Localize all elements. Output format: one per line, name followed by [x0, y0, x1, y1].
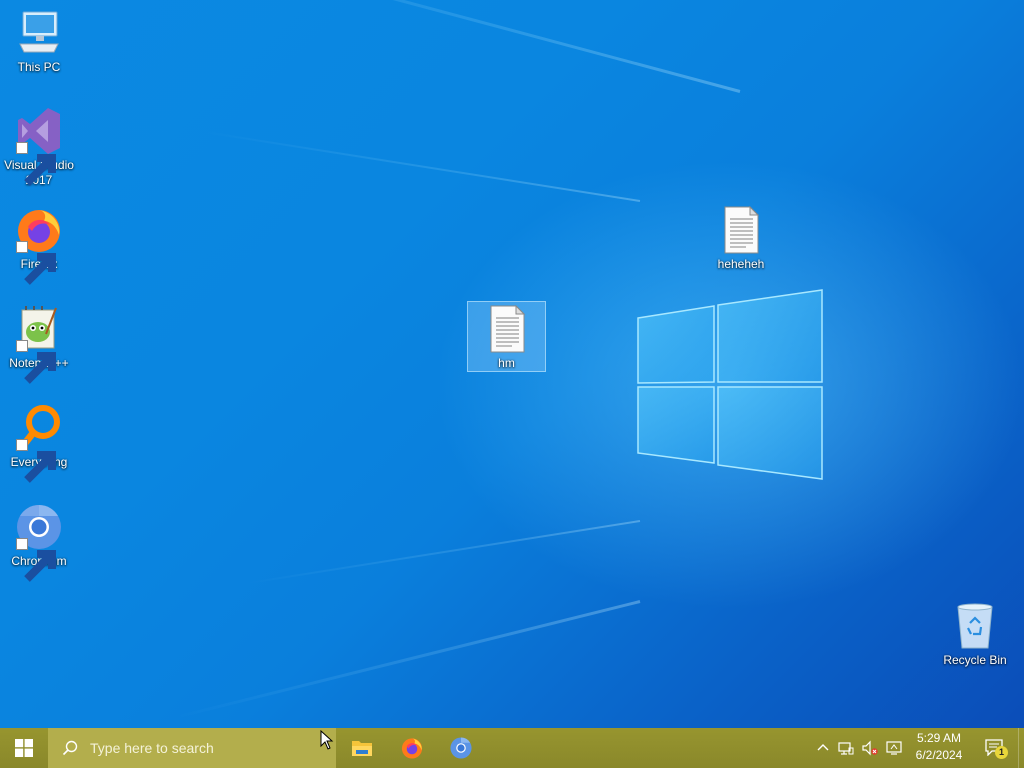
- desktop-icon-everything[interactable]: Everything: [0, 403, 78, 483]
- desktop-icon-firefox[interactable]: Firefox: [0, 205, 78, 285]
- desktop-icon-chromium[interactable]: Chromium: [0, 502, 78, 582]
- windows-wallpaper-logo: [637, 289, 823, 480]
- chromium-icon: [450, 737, 472, 759]
- file-explorer-icon: [352, 741, 372, 756]
- notification-count-badge: 1: [995, 746, 1008, 759]
- desktop-icon-heheheh[interactable]: heheheh: [702, 205, 780, 272]
- clock-date: 6/2/2024: [915, 748, 963, 762]
- network-icon[interactable]: [838, 740, 854, 756]
- desktop-icon-label: This PC: [17, 60, 61, 74]
- light-ray: [173, 600, 641, 720]
- firefox-icon: [401, 738, 423, 759]
- volume-muted-icon[interactable]: [862, 740, 878, 756]
- search-icon: [62, 740, 78, 756]
- shortcut-arrow-icon: [16, 340, 56, 384]
- taskbar-app-chromium[interactable]: [437, 728, 485, 768]
- desktop-icon-label: Recycle Bin: [943, 653, 1007, 667]
- display-icon[interactable]: [886, 740, 902, 756]
- search-input[interactable]: [88, 739, 322, 757]
- clock-time: 5:29 AM: [916, 731, 962, 745]
- taskbar-app-file-explorer[interactable]: [338, 728, 386, 768]
- taskbar: 5:29 AM 6/2/2024 1: [0, 728, 1024, 768]
- shortcut-arrow-icon: [16, 538, 56, 582]
- show-desktop-button[interactable]: [1018, 728, 1024, 768]
- light-ray: [140, 0, 741, 93]
- desktop-icon-visual-studio[interactable]: Visual Studio 2017: [0, 106, 78, 188]
- computer-icon: [19, 11, 59, 53]
- light-ray: [244, 520, 641, 585]
- taskbar-app-firefox[interactable]: [388, 728, 436, 768]
- text-file-icon: [724, 205, 760, 254]
- recycle-bin-icon: [957, 603, 993, 649]
- shortcut-arrow-icon: [16, 142, 56, 186]
- windows-start-icon: [15, 739, 33, 757]
- mouse-cursor-icon: [320, 730, 334, 750]
- desktop-icon-hm[interactable]: hm: [467, 301, 546, 372]
- desktop-icon-label: heheheh: [717, 257, 765, 271]
- chevron-up-icon[interactable]: [815, 740, 831, 756]
- desktop-icon-label: hm: [498, 356, 515, 370]
- light-ray: [205, 131, 641, 202]
- search-box[interactable]: [48, 728, 336, 768]
- desktop-icon-this-pc[interactable]: This PC: [0, 8, 78, 75]
- start-button[interactable]: [0, 728, 48, 768]
- notification-center-button[interactable]: 1: [980, 728, 1010, 768]
- shortcut-arrow-icon: [16, 241, 56, 285]
- desktop-icon-notepadpp[interactable]: Notepad++: [0, 304, 78, 384]
- desktop[interactable]: This PC Visual Studio 2017 Firefox Notep…: [0, 0, 1024, 728]
- text-file-icon: [490, 304, 525, 353]
- clock[interactable]: 5:29 AM 6/2/2024: [904, 730, 974, 766]
- shortcut-arrow-icon: [16, 439, 56, 483]
- desktop-icon-recycle-bin[interactable]: Recycle Bin: [936, 601, 1014, 668]
